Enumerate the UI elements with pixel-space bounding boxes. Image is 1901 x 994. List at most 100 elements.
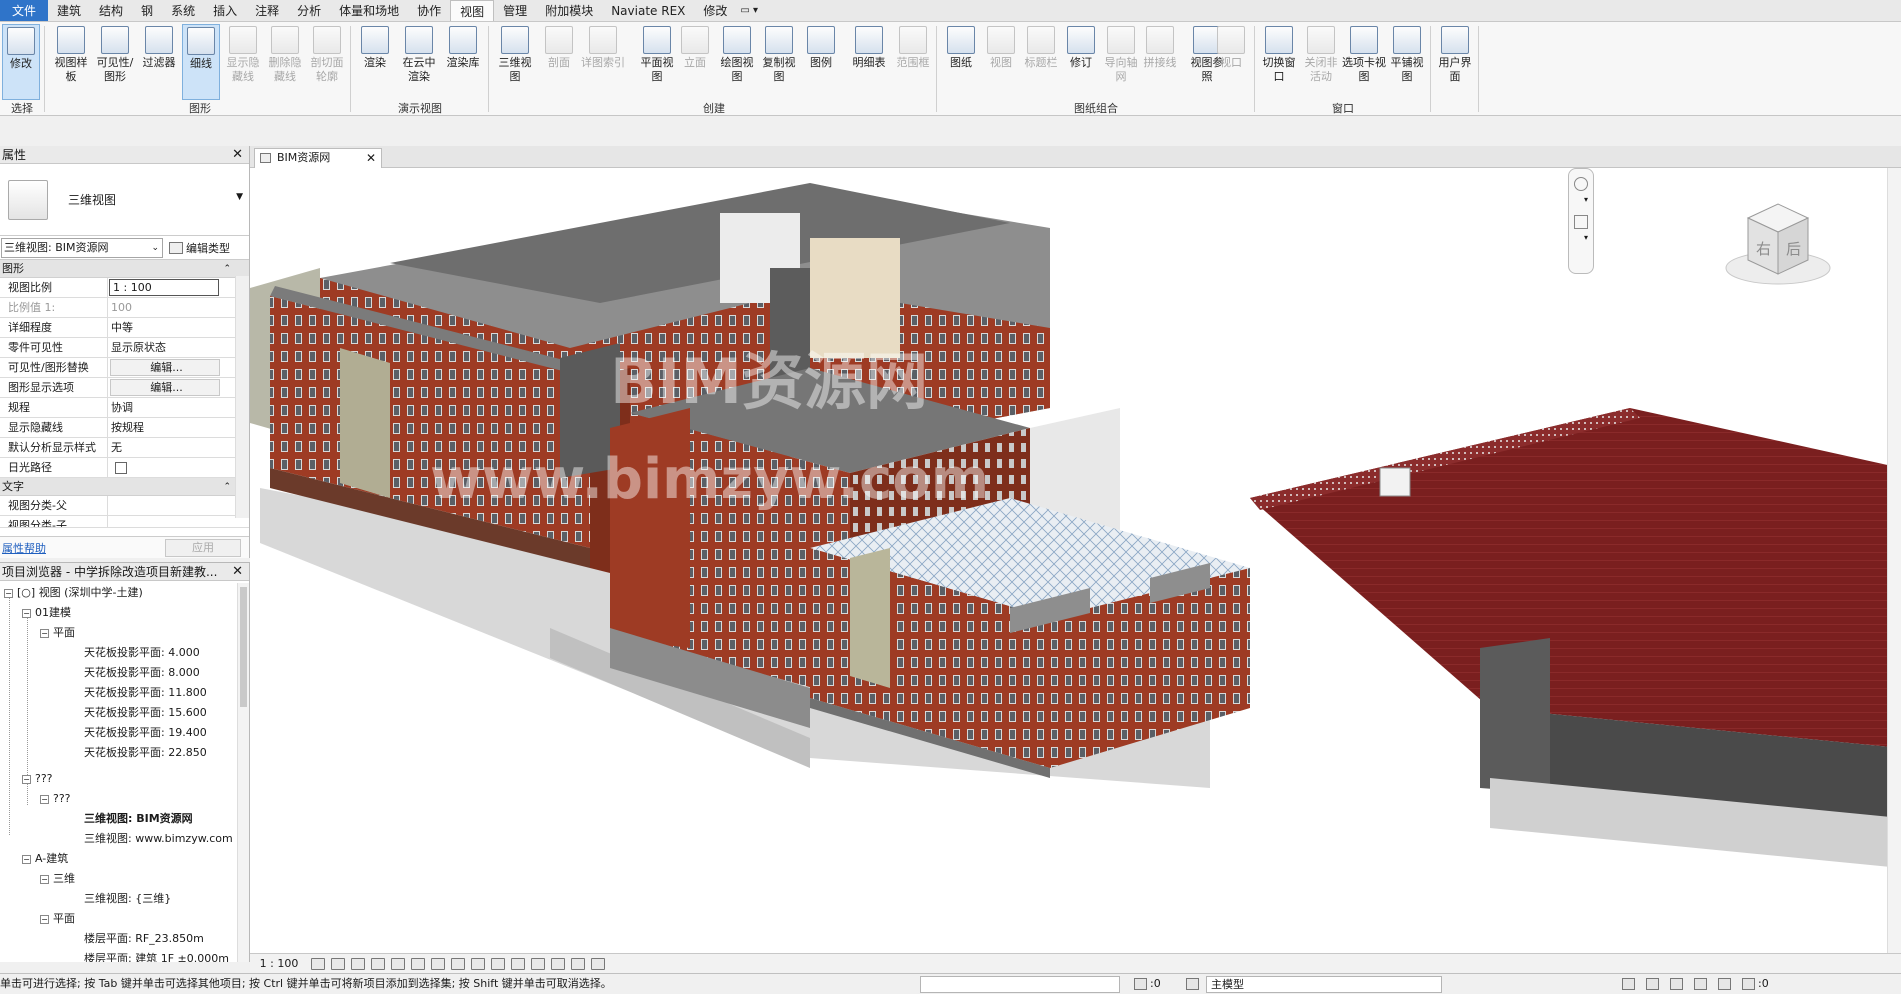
- close-inactive-button[interactable]: 关闭非活动: [1300, 24, 1342, 100]
- editable-only-icon[interactable]: [1134, 978, 1147, 990]
- show-crop-icon[interactable]: [431, 957, 445, 970]
- shadows-icon[interactable]: [371, 957, 385, 970]
- switch-windows-button[interactable]: 切换窗口: [1258, 24, 1300, 100]
- tile-views-button[interactable]: 平铺视图: [1386, 24, 1428, 100]
- temporary-hide-icon[interactable]: [471, 957, 485, 970]
- close-icon[interactable]: ✕: [232, 563, 243, 581]
- design-options-icon[interactable]: [1186, 978, 1199, 990]
- graphics-panel-label[interactable]: 图形: [50, 100, 350, 116]
- collapse-icon[interactable]: −: [40, 628, 49, 638]
- detail-level-value[interactable]: 中等: [108, 318, 218, 337]
- instance-selector[interactable]: 三维视图: BIM资源网 ⌄: [1, 237, 163, 258]
- cut-profile-button[interactable]: 剖切面轮廓: [306, 24, 348, 100]
- tree-leaf-view[interactable]: 天花板投影平面: 4.000: [84, 643, 200, 663]
- filter-icon[interactable]: [1742, 978, 1755, 990]
- tree-leaf-view[interactable]: 三维视图: www.bimzyw.com: [84, 829, 233, 849]
- scope-box-button[interactable]: 范围框: [892, 24, 934, 100]
- tab-addins[interactable]: 附加模块: [536, 0, 602, 21]
- edit-type-button[interactable]: 编辑类型: [169, 240, 230, 256]
- select-panel-label[interactable]: 选择: [2, 100, 42, 116]
- tree-leaf-view[interactable]: 天花板投影平面: 22.850: [84, 743, 207, 763]
- tree-node-folder[interactable]: −01建模: [22, 603, 71, 623]
- apply-button[interactable]: 应用: [165, 538, 241, 557]
- collapse-icon[interactable]: −: [22, 774, 31, 784]
- 3d-view-button[interactable]: 三维视图: [494, 24, 536, 100]
- select-by-face-icon[interactable]: [1694, 978, 1707, 990]
- highlight-displacement-icon[interactable]: [571, 957, 585, 970]
- group-graphics-header[interactable]: 图形 ⌃: [0, 260, 249, 278]
- ribbon-options-toggle[interactable]: ▭ ▾: [736, 0, 762, 21]
- tab-modify[interactable]: 修改: [694, 0, 736, 21]
- collapse-icon[interactable]: −: [40, 794, 49, 804]
- remove-hidden-lines-button[interactable]: 删除隐藏线: [264, 24, 306, 100]
- title-block-button[interactable]: 标题栏: [1020, 24, 1062, 100]
- cloud-render-button[interactable]: 在云中渲染: [398, 24, 440, 100]
- select-links-icon[interactable]: [1622, 978, 1635, 990]
- viewcube[interactable]: 右 后: [1718, 188, 1838, 298]
- temporary-properties-icon[interactable]: [531, 957, 545, 970]
- tab-analyze[interactable]: 分析: [288, 0, 330, 21]
- viewcube-right-face[interactable]: 右: [1756, 240, 1771, 258]
- sun-path-checkbox[interactable]: [115, 462, 127, 474]
- view-scale-input[interactable]: 1 : 100: [109, 279, 219, 296]
- tree-node-folder[interactable]: − 平面: [40, 623, 75, 643]
- user-interface-button[interactable]: 用户界面: [1434, 24, 1476, 100]
- tab-views-button[interactable]: 选项卡视图: [1342, 24, 1386, 100]
- analytical-model-icon[interactable]: [551, 957, 565, 970]
- tree-leaf-view[interactable]: 天花板投影平面: 8.000: [84, 663, 200, 683]
- discipline-value[interactable]: 协调: [108, 398, 218, 417]
- place-view-button[interactable]: 视图: [980, 24, 1022, 100]
- collapse-icon[interactable]: −: [22, 854, 31, 864]
- type-selector[interactable]: 三维视图 ▼: [0, 164, 249, 236]
- zoom-icon[interactable]: [1574, 215, 1588, 229]
- close-icon[interactable]: ✕: [232, 146, 243, 164]
- tab-annotate[interactable]: 注释: [246, 0, 288, 21]
- legends-button[interactable]: 图例: [800, 24, 842, 100]
- tree-leaf-view[interactable]: 三维视图: {三维}: [84, 889, 171, 909]
- vg-overrides-edit-button[interactable]: 编辑...: [110, 359, 220, 376]
- tree-node-folder[interactable]: − A-建筑: [22, 849, 68, 869]
- drafting-view-button[interactable]: 绘图视图: [716, 24, 758, 100]
- thin-lines-button[interactable]: 细线: [182, 24, 220, 100]
- worksharing-display-icon[interactable]: [511, 957, 525, 970]
- modify-button[interactable]: 修改: [2, 24, 40, 100]
- plan-views-button[interactable]: 平面视图: [636, 24, 678, 100]
- analysis-style-value[interactable]: 无: [108, 438, 218, 457]
- tree-leaf-view-active[interactable]: 三维视图: BIM资源网: [84, 809, 193, 829]
- detail-level-icon[interactable]: [311, 957, 325, 970]
- tree-leaf-view[interactable]: 天花板投影平面: 19.400: [84, 723, 207, 743]
- render-button[interactable]: 渲染: [354, 24, 396, 100]
- lock-3d-icon[interactable]: [451, 957, 465, 970]
- properties-scrollbar[interactable]: [235, 276, 249, 518]
- tab-structure[interactable]: 结构: [90, 0, 132, 21]
- reveal-hidden-icon[interactable]: [491, 957, 505, 970]
- drawing-canvas[interactable]: BIM资源网 www.bimzyw.com 右 后: [250, 168, 1901, 953]
- tab-naviate-rex[interactable]: Naviate REX: [602, 0, 694, 21]
- drag-elements-icon[interactable]: [1718, 978, 1731, 990]
- tab-architecture[interactable]: 建筑: [48, 0, 90, 21]
- view-template-button[interactable]: 视图样板: [50, 24, 92, 100]
- chevron-down-icon[interactable]: ▾: [1584, 233, 1588, 242]
- tree-leaf-view[interactable]: 天花板投影平面: 15.600: [84, 703, 207, 723]
- collapse-icon[interactable]: −: [40, 874, 49, 884]
- steering-wheel-icon[interactable]: [1574, 177, 1588, 191]
- tab-steel[interactable]: 钢: [132, 0, 162, 21]
- render-gallery-button[interactable]: 渲染库: [442, 24, 484, 100]
- select-pinned-icon[interactable]: [1670, 978, 1683, 990]
- chevron-down-icon[interactable]: ▾: [1584, 195, 1588, 204]
- tab-file[interactable]: 文件: [0, 0, 49, 21]
- canvas-vertical-scrollbar[interactable]: [1887, 168, 1901, 953]
- tab-collaborate[interactable]: 协作: [408, 0, 450, 21]
- matchline-button[interactable]: 拼接线: [1136, 24, 1184, 100]
- viewports-button[interactable]: 视口: [1210, 24, 1252, 100]
- sheet-composition-panel-label[interactable]: 图纸组合: [940, 100, 1252, 116]
- properties-help-link[interactable]: 属性帮助: [2, 540, 46, 556]
- tree-node-folder[interactable]: −???: [40, 789, 71, 809]
- collapse-icon[interactable]: −: [4, 588, 13, 598]
- parts-visibility-value[interactable]: 显示原状态: [108, 338, 218, 357]
- sheet-button[interactable]: 图纸: [940, 24, 982, 100]
- tree-node-folder[interactable]: − 三维: [40, 869, 75, 889]
- view-category-child-value[interactable]: [108, 516, 218, 527]
- sun-path-icon[interactable]: [351, 957, 365, 970]
- presentation-panel-label[interactable]: 演示视图: [354, 100, 486, 116]
